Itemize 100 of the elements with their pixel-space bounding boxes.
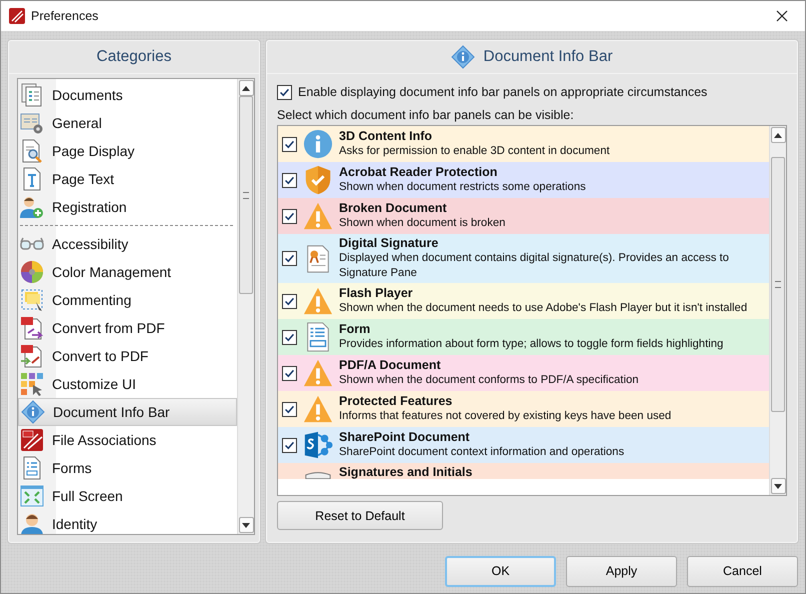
documents-icon xyxy=(20,83,44,107)
checkbox-label: Enable displaying document info bar panels on appropriate circumstances xyxy=(298,85,708,99)
panel-row[interactable]: SharePoint Document SharePoint document context information and operations xyxy=(278,427,769,463)
panel-row[interactable]: Flash Player Shown when the document needs to use Adobe's Flash Player but it isn't installed xyxy=(278,283,769,319)
row-title: Digital Signature xyxy=(339,236,440,251)
row-title: Protected Features xyxy=(339,394,454,409)
checkbox[interactable] xyxy=(282,402,297,416)
checkbox[interactable] xyxy=(282,438,297,452)
row-title: PDF/A Document xyxy=(339,358,442,373)
panel-row[interactable]: Digital Signature Displayed when document contains digital signature(s). Provides an access to Signature Pane xyxy=(278,234,769,283)
page-display-icon xyxy=(20,139,44,163)
checkbox[interactable] xyxy=(282,172,297,188)
row-description: Shown when document restricts some operations xyxy=(339,180,586,195)
row-title: Acrobat Reader Protection xyxy=(339,165,498,180)
app-icon xyxy=(20,428,44,452)
customize-icon xyxy=(20,372,44,396)
info-icon xyxy=(21,400,45,424)
row-description: Shown when the document conforms to PDF/A specification xyxy=(339,373,639,388)
category-item[interactable]: Forms xyxy=(18,454,237,482)
category-item[interactable]: Documents xyxy=(18,81,237,109)
row-title: Signatures and Initials xyxy=(339,465,472,479)
category-item[interactable]: Accessibility xyxy=(18,230,237,258)
checkbox[interactable] xyxy=(282,366,297,380)
list-label: Select which document info bar panels can be visible: xyxy=(277,107,575,124)
dialog-button[interactable]: Apply xyxy=(566,556,677,586)
category-item[interactable]: Convert to PDF xyxy=(18,342,237,370)
panel-row[interactable]: PDF/A Document Shown when the document conforms to PDF/A specification xyxy=(278,355,769,391)
category-item[interactable]: File Associations xyxy=(18,426,237,454)
comment-icon xyxy=(20,288,44,312)
row-title: Flash Player xyxy=(339,286,414,301)
fullscreen-icon xyxy=(20,484,44,508)
panel-row[interactable]: Acrobat Reader Protection Shown when document restricts some operations xyxy=(278,162,769,198)
document-icon xyxy=(303,471,333,479)
panel-row[interactable]: 3D Content Info Asks for permission to enable 3D content in document xyxy=(278,126,769,162)
panel-row[interactable]: Protected Features Informs that features not covered by existing keys have been used xyxy=(278,391,769,427)
row-title: 3D Content Info xyxy=(339,129,434,144)
checkbox[interactable] xyxy=(282,330,297,344)
warning-icon xyxy=(303,201,333,231)
checkbox[interactable] xyxy=(282,136,297,152)
warning-icon xyxy=(303,394,333,424)
category-item[interactable]: Customize UI xyxy=(18,370,237,398)
checkmark-icon xyxy=(284,440,295,450)
down-arrow-icon xyxy=(242,522,250,528)
sharepoint-icon xyxy=(303,430,333,460)
row-description: SharePoint document context information and operations xyxy=(339,445,624,460)
up-arrow-icon xyxy=(242,86,250,90)
checkmark-icon xyxy=(284,404,295,414)
up-arrow-icon xyxy=(774,132,782,138)
checkbox[interactable] xyxy=(282,208,297,224)
checkbox[interactable] xyxy=(277,84,292,100)
category-item[interactable]: Full Screen xyxy=(18,482,237,510)
row-description: Displayed when document contains digital signature(s). Provides an access to Signature Pane xyxy=(339,251,730,281)
scrollbar[interactable] xyxy=(237,79,254,534)
panel-row[interactable]: Signatures and Initials xyxy=(278,463,769,479)
category-item[interactable]: Convert from PDF xyxy=(18,314,237,342)
from-pdf-icon xyxy=(20,316,44,340)
dialog-button[interactable]: Cancel xyxy=(687,556,798,586)
panel-row[interactable]: Form Provides information about form type; allows to toggle form fields highlighting xyxy=(278,319,769,355)
checkbox[interactable] xyxy=(282,294,297,308)
scrollbar[interactable] xyxy=(769,126,786,495)
category-item[interactable]: Document Info Bar xyxy=(18,398,237,426)
checkmark-icon xyxy=(284,296,295,306)
scroll-down-button[interactable] xyxy=(238,517,254,533)
checkmark-icon xyxy=(284,210,295,222)
row-description: Provides information about form type; allows to toggle form fields highlighting xyxy=(339,337,724,352)
ok-button[interactable]: OK xyxy=(445,556,556,586)
checkmark-icon xyxy=(284,368,295,378)
scroll-down-button[interactable] xyxy=(770,478,786,494)
scroll-up-button[interactable] xyxy=(238,80,254,96)
row-description: Shown when document is broken xyxy=(339,216,506,231)
row-title: Form xyxy=(339,322,372,337)
checkmark-icon xyxy=(284,174,295,186)
shield-icon xyxy=(303,165,333,195)
row-description: Informs that features not covered by existing keys have been used xyxy=(339,409,672,424)
category-item[interactable]: Color Management xyxy=(18,258,237,286)
category-item[interactable]: Page Text xyxy=(18,165,237,193)
info-icon xyxy=(303,129,333,159)
down-arrow-icon xyxy=(774,484,782,488)
checkmark-icon xyxy=(284,332,295,342)
checkmark-icon xyxy=(284,253,295,264)
category-item[interactable]: Page Display xyxy=(18,137,237,165)
reset-button[interactable]: Reset to Default xyxy=(277,501,443,530)
scroll-up-button[interactable] xyxy=(770,127,786,143)
row-title: Broken Document xyxy=(339,201,448,216)
panel-row[interactable]: Broken Document Shown when document is broken xyxy=(278,198,769,234)
checkbox[interactable] xyxy=(282,251,297,266)
category-item[interactable]: Commenting xyxy=(18,286,237,314)
category-item[interactable]: Registration xyxy=(18,193,237,221)
to-pdf-icon xyxy=(20,344,44,368)
category-item[interactable]: General xyxy=(18,109,237,137)
warning-icon xyxy=(303,286,333,316)
color-icon xyxy=(20,260,44,284)
row-description: Shown when the document needs to use Adobe's Flash Player but it isn't installed xyxy=(339,301,748,316)
row-title: SharePoint Document xyxy=(339,430,471,445)
window-title: Preferences xyxy=(31,9,100,23)
checkmark-icon xyxy=(279,86,290,98)
category-item[interactable]: Identity xyxy=(18,510,237,534)
panel-title: Categories xyxy=(96,48,172,66)
panel-title: Document Info Bar xyxy=(483,48,613,66)
app-icon xyxy=(9,8,25,24)
